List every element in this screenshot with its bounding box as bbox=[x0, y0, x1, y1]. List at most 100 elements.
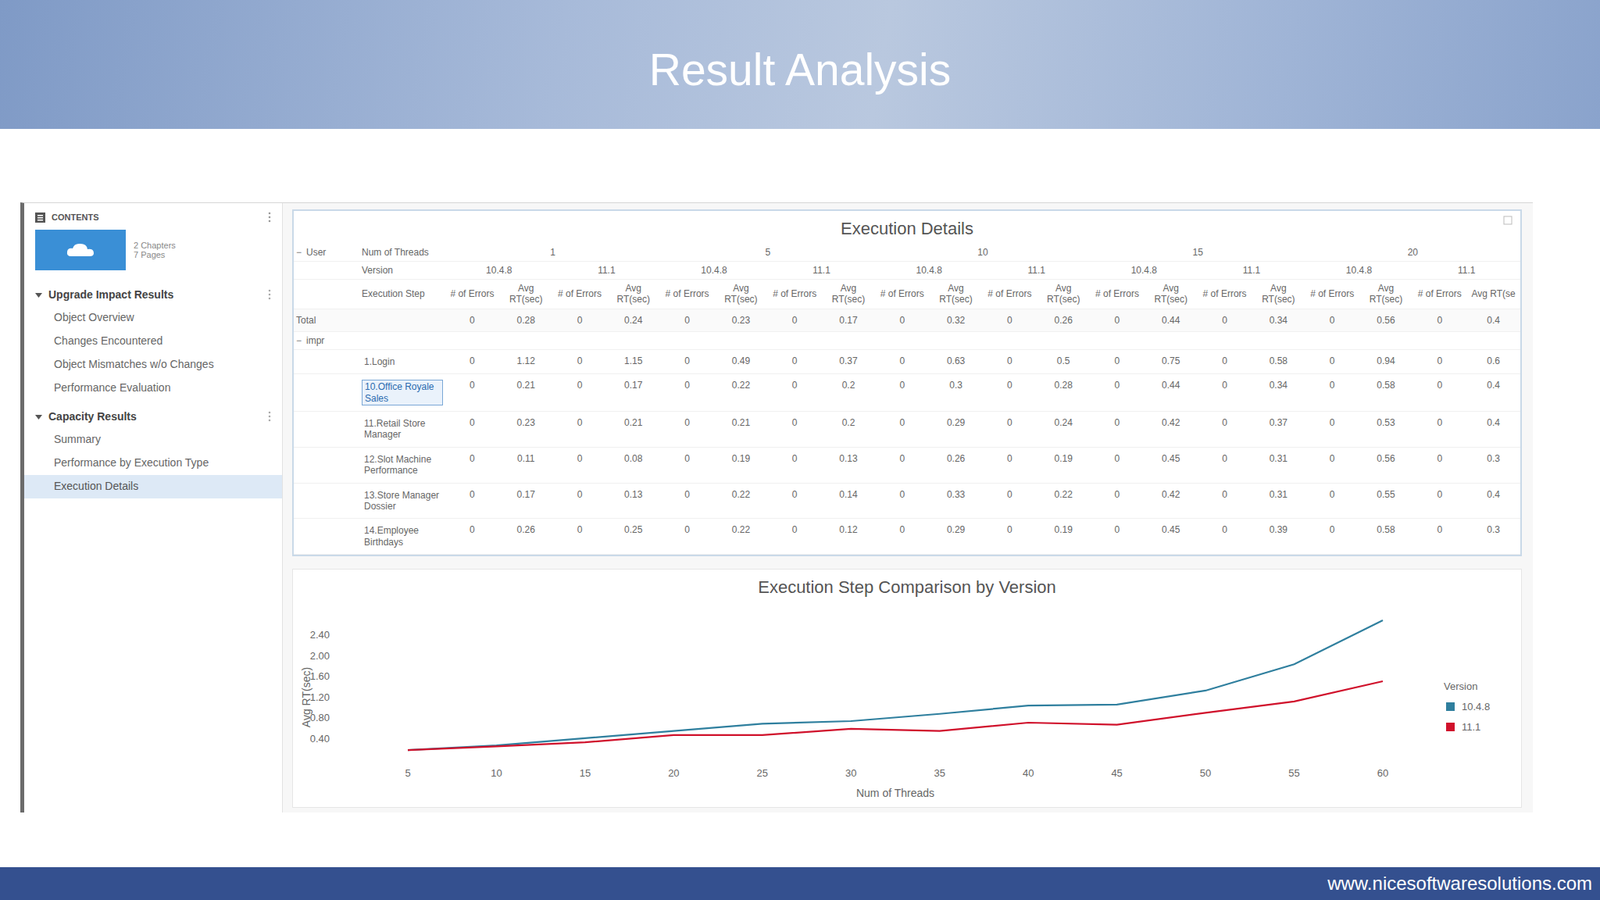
contents-header: CONTENTS bbox=[24, 209, 283, 225]
step-cell[interactable]: 14.Employee Birthdays bbox=[359, 518, 446, 555]
table-cell: 0.31 bbox=[1251, 446, 1306, 483]
chart-title: Execution Step Comparison by Version bbox=[292, 569, 1522, 603]
section-header[interactable]: Upgrade Impact Results bbox=[24, 282, 283, 307]
table-cell: 0.44 bbox=[1143, 308, 1198, 332]
execution-details-panel: Execution Details−UserNum of Threads1510… bbox=[292, 209, 1522, 557]
threads-header: 1 bbox=[445, 243, 661, 262]
table-cell: 0.45 bbox=[1143, 446, 1198, 483]
step-name[interactable]: 1.Login bbox=[361, 355, 397, 368]
table-cell: 0.11 bbox=[499, 446, 554, 483]
table-cell: 0 bbox=[553, 518, 608, 555]
table-row[interactable]: 11.Retail Store Manager00.2300.2100.2100… bbox=[293, 410, 1521, 447]
slide-body: CONTENTS 2 Chapters7 Pages Upgrade Impact … bbox=[0, 128, 1600, 868]
table-cell: 0 bbox=[553, 374, 608, 412]
document-info: 2 Chapters7 Pages bbox=[24, 225, 283, 279]
table-row[interactable]: 1.Login01.1201.1500.4900.3700.6300.500.7… bbox=[293, 349, 1521, 374]
sidebar-item[interactable]: Performance by Execution Type bbox=[24, 451, 283, 475]
table-cell: 0 bbox=[1090, 308, 1145, 332]
step-cell[interactable]: 13.Store Manager Dossier bbox=[359, 482, 446, 519]
table-cell: 0 bbox=[982, 410, 1037, 447]
version-header: 11.1 bbox=[553, 261, 661, 280]
table-row[interactable]: 13.Store Manager Dossier00.1700.1300.220… bbox=[293, 482, 1521, 519]
threads-header-row: −UserNum of Threads15101520 bbox=[293, 243, 1521, 262]
table-cell: 0.3 bbox=[1466, 446, 1521, 483]
collapse-icon[interactable]: − bbox=[296, 246, 302, 258]
step-cell[interactable]: 10.Office Royale Sales bbox=[359, 374, 446, 412]
group-cell[interactable]: −impr bbox=[293, 331, 1521, 350]
sidebar-section: Upgrade Impact ResultsObject OverviewCha… bbox=[24, 282, 283, 400]
x-tick: 35 bbox=[933, 767, 945, 779]
step-name[interactable]: 10.Office Royale Sales bbox=[361, 379, 443, 406]
sidebar-item[interactable]: Object Mismatches w/o Changes bbox=[24, 353, 283, 377]
table-cell: 0.12 bbox=[821, 518, 876, 555]
more-icon[interactable] bbox=[267, 410, 272, 422]
slide-header: Result Analysis bbox=[0, 0, 1600, 129]
metric-header: # of Errors bbox=[1305, 279, 1360, 310]
table-cell: 0 bbox=[445, 308, 500, 332]
sidebar-item[interactable]: Execution Details bbox=[24, 475, 283, 499]
table-cell: 0.94 bbox=[1359, 349, 1414, 374]
table-cell: 0.13 bbox=[821, 446, 876, 483]
step-cell[interactable]: 12.Slot Machine Performance bbox=[359, 446, 446, 483]
table-cell: 0 bbox=[1412, 482, 1467, 519]
step-cell[interactable]: 11.Retail Store Manager bbox=[359, 410, 446, 447]
footer-url[interactable]: www.nicesoftwaresolutions.com bbox=[1327, 872, 1593, 895]
section-header[interactable]: Capacity Results bbox=[24, 404, 283, 429]
table-cell: 0 bbox=[1305, 349, 1360, 374]
table-cell: 0.58 bbox=[1359, 374, 1414, 412]
table-row[interactable]: 12.Slot Machine Performance00.1100.0800.… bbox=[293, 446, 1521, 483]
table-cell: 0.29 bbox=[928, 410, 983, 447]
x-axis-label: Num of Threads bbox=[856, 786, 935, 800]
table-cell: 0 bbox=[875, 518, 929, 555]
step-name[interactable]: 11.Retail Store Manager bbox=[361, 417, 443, 442]
series-line[interactable] bbox=[407, 620, 1383, 750]
table-cell: 0 bbox=[875, 410, 929, 447]
y-tick: 0.40 bbox=[310, 732, 330, 745]
sidebar-item[interactable]: Changes Encountered bbox=[24, 329, 283, 354]
table-cell: 0.21 bbox=[714, 410, 768, 447]
step-name[interactable]: 13.Store Manager Dossier bbox=[361, 489, 443, 514]
legend-item[interactable]: 11.1 bbox=[1446, 721, 1481, 733]
table-cell: 0 bbox=[767, 308, 822, 332]
user-header[interactable]: −User bbox=[293, 243, 360, 262]
empty-cell bbox=[293, 374, 360, 412]
empty-header bbox=[293, 279, 360, 310]
x-tick: 15 bbox=[579, 767, 591, 779]
table-cell: 0 bbox=[1197, 410, 1252, 447]
table-cell: 0 bbox=[1197, 482, 1252, 519]
table-cell: 0.42 bbox=[1143, 482, 1198, 519]
series-line[interactable] bbox=[407, 681, 1383, 750]
collapse-icon[interactable]: − bbox=[296, 335, 302, 347]
expand-icon[interactable] bbox=[1503, 215, 1513, 225]
contents-icon bbox=[35, 212, 46, 223]
legend-item[interactable]: 10.4.8 bbox=[1446, 700, 1490, 713]
table-cell: 0 bbox=[660, 446, 715, 483]
more-icon[interactable] bbox=[267, 211, 272, 223]
sidebar-item[interactable]: Summary bbox=[24, 428, 283, 452]
sidebar-item[interactable]: Performance Evaluation bbox=[24, 376, 283, 400]
table-row[interactable]: 10.Office Royale Sales00.2100.1700.2200.… bbox=[293, 374, 1521, 412]
more-icon[interactable] bbox=[267, 289, 272, 300]
table-cell: 0 bbox=[1090, 446, 1145, 483]
threads-label: Num of Threads bbox=[359, 243, 446, 262]
empty-cell bbox=[293, 410, 360, 447]
document-thumbnail[interactable] bbox=[35, 229, 126, 271]
table-cell: 0 bbox=[1305, 446, 1360, 483]
step-name[interactable]: 14.Employee Birthdays bbox=[361, 524, 443, 549]
table-cell: 1.15 bbox=[606, 349, 661, 374]
sidebar-item[interactable]: Object Overview bbox=[24, 306, 283, 330]
group-row[interactable]: −impr bbox=[293, 331, 1521, 350]
chevron-icon[interactable] bbox=[35, 291, 43, 299]
legend-swatch bbox=[1446, 702, 1455, 711]
metric-header: # of Errors bbox=[1412, 279, 1467, 310]
empty-cell bbox=[293, 349, 360, 374]
step-cell[interactable]: 1.Login bbox=[359, 349, 446, 374]
chevron-icon[interactable] bbox=[35, 413, 43, 421]
step-name[interactable]: 12.Slot Machine Performance bbox=[361, 453, 443, 478]
slide-footer: www.nicesoftwaresolutions.com bbox=[0, 867, 1600, 900]
document-meta: 2 Chapters7 Pages bbox=[133, 240, 176, 260]
table-cell: 0 bbox=[553, 482, 608, 519]
version-header: 11.1 bbox=[1412, 261, 1521, 280]
table-cell: 0.63 bbox=[928, 349, 983, 374]
table-row[interactable]: 14.Employee Birthdays00.2600.2500.2200.1… bbox=[293, 518, 1521, 555]
